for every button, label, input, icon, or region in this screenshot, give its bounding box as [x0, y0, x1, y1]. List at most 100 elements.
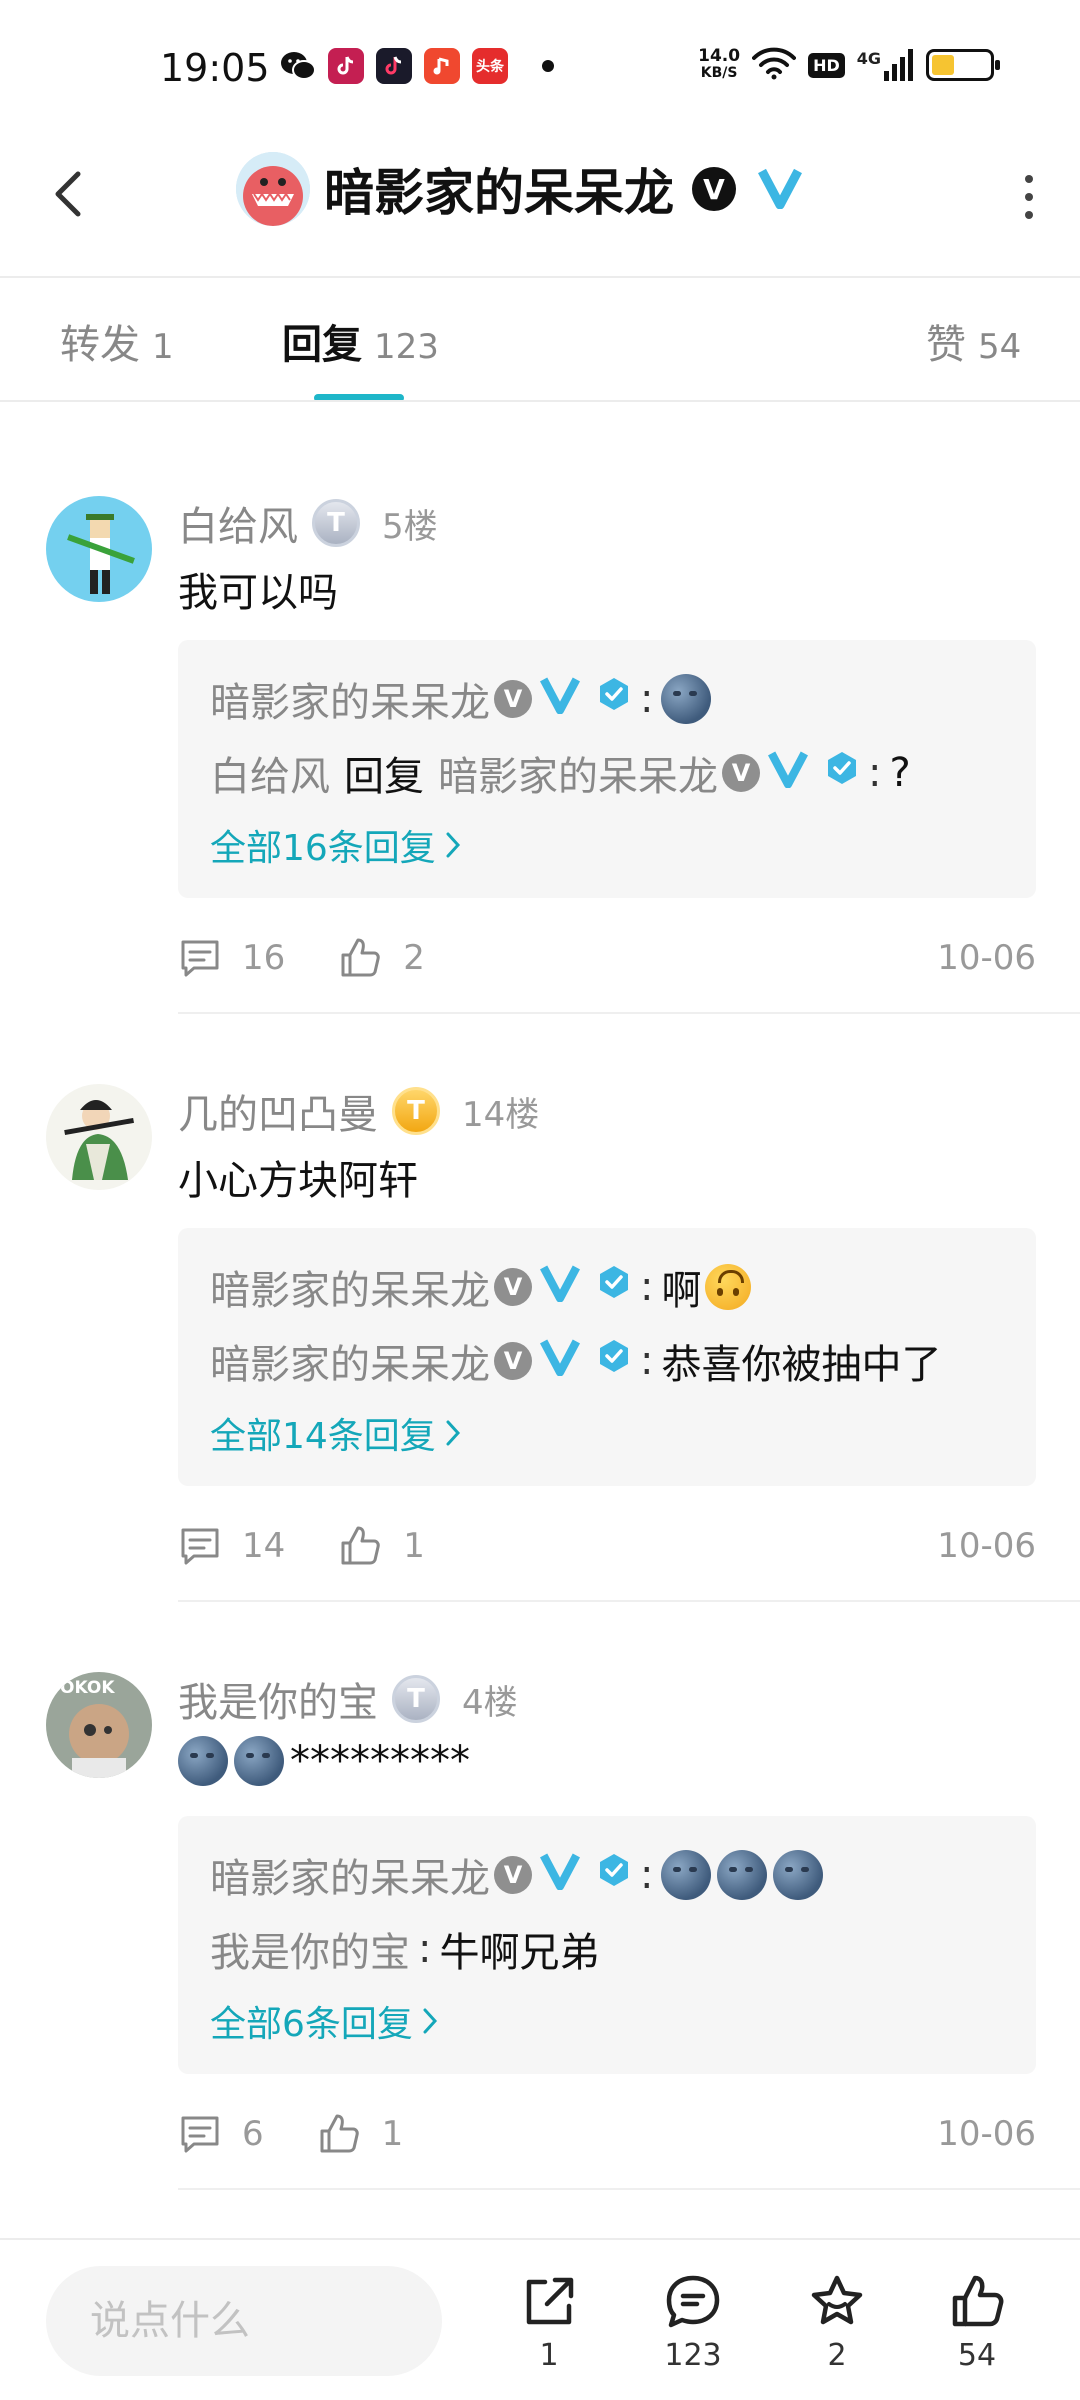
- comment-input[interactable]: [46, 2266, 442, 2376]
- reply-button[interactable]: 6: [178, 2112, 264, 2156]
- reply-button[interactable]: 14: [178, 1524, 285, 1568]
- reply-content: 牛啊兄弟: [439, 1930, 600, 1976]
- reply-author[interactable]: 白给风: [210, 744, 330, 802]
- more-dot: [1025, 175, 1033, 183]
- like-count: 1: [381, 2114, 404, 2154]
- floor-number: 14楼: [462, 1094, 540, 1135]
- network-speed-value: 14.0: [698, 46, 741, 66]
- view-all-replies-link[interactable]: 全部16条回复: [210, 810, 1004, 880]
- reply-author[interactable]: 暗影家的呆呆龙: [210, 1332, 490, 1390]
- verified-v-badge: V: [494, 1342, 532, 1380]
- chevron-left-icon: [55, 171, 81, 217]
- view-all-replies-link[interactable]: 全部14条回复: [210, 1398, 1004, 1468]
- view-all-replies-link[interactable]: 全部6条回复: [210, 1986, 1004, 2056]
- top-bar: 暗影家的呆呆龙 V: [0, 140, 1080, 250]
- view-all-replies-label: 全部16条回复: [210, 828, 436, 869]
- moon-face-emoji: [717, 1850, 768, 1900]
- toutiao-icon: 头条: [472, 48, 508, 84]
- chevron-right-icon: [446, 1420, 460, 1446]
- reply-content: ?: [889, 750, 911, 796]
- avatar-text: OKOK: [60, 1678, 115, 1698]
- like-count: 2: [403, 938, 425, 978]
- comment-date: 10-06: [937, 938, 1036, 978]
- verified-check-icon: [596, 1264, 632, 1310]
- header-author[interactable]: 暗影家的呆呆龙 V: [236, 152, 802, 226]
- reply-line: 暗影家的呆呆龙 V :: [210, 1838, 1004, 1912]
- comment-item: 白给风 T 5楼 我可以吗 暗影家的呆呆龙 V : 白给风 回复 暗影家的呆呆龙…: [0, 480, 1080, 1020]
- back-button[interactable]: [40, 158, 100, 228]
- reply-count: 14: [242, 1526, 286, 1566]
- favorite-button[interactable]: 2: [792, 2272, 882, 2373]
- like-button[interactable]: 2: [337, 935, 425, 981]
- reply-line: 暗影家的呆呆龙 V : 恭喜你被抽中了: [210, 1324, 1004, 1398]
- share-count: 1: [539, 2338, 559, 2373]
- comment-username[interactable]: 白给风: [178, 494, 298, 552]
- tab-reposts[interactable]: 转发 1: [60, 312, 174, 370]
- user-avatar[interactable]: [46, 496, 152, 602]
- comment-actions: 16 2 10-06: [178, 928, 1036, 988]
- cellular-signal-icon: 4G: [857, 49, 914, 81]
- tab-count: 123: [374, 327, 439, 367]
- status-time: 19:05: [160, 46, 270, 90]
- comment-header: 几的凹凸曼 T 14楼: [178, 1082, 539, 1140]
- reply-colon: :: [640, 1264, 654, 1310]
- user-avatar[interactable]: [46, 1084, 152, 1190]
- verified-v-badge: V: [722, 754, 760, 792]
- message-icon: [666, 2275, 720, 2328]
- comment-item: 几的凹凸曼 T 14楼 小心方块阿轩 暗影家的呆呆龙 V : 啊 暗影家的呆呆龙…: [0, 1068, 1080, 1608]
- status-right: 14.0 KB/S HD 4G: [698, 46, 1000, 84]
- share-button[interactable]: 1: [504, 2272, 594, 2373]
- music-icon: [424, 48, 460, 84]
- like-button[interactable]: 1: [316, 2111, 404, 2157]
- comment-text: 小心方块阿轩: [178, 1158, 418, 1204]
- comment-username[interactable]: 我是你的宝: [178, 1670, 378, 1728]
- level-badge: T: [392, 1087, 440, 1135]
- reply-preview-box[interactable]: 暗影家的呆呆龙 V : 我是你的宝 : 牛啊兄弟 全部6条回复: [178, 1816, 1036, 2074]
- reply-content: 恭喜你被抽中了: [661, 1342, 942, 1388]
- comment-divider: [178, 1600, 1080, 1602]
- author-avatar[interactable]: [236, 152, 310, 226]
- reply-word: 回复: [344, 754, 424, 800]
- user-avatar[interactable]: OKOK: [46, 1672, 152, 1778]
- comment-button[interactable]: 123: [648, 2272, 738, 2373]
- moon-face-emoji: [234, 1736, 284, 1786]
- reply-preview-box[interactable]: 暗影家的呆呆龙 V : 啊 暗影家的呆呆龙 V : 恭喜你被抽中了 全部14条回…: [178, 1228, 1036, 1486]
- reply-target[interactable]: 暗影家的呆呆龙: [438, 744, 718, 802]
- level-badge: T: [392, 1675, 440, 1723]
- reply-preview-box[interactable]: 暗影家的呆呆龙 V : 白给风 回复 暗影家的呆呆龙 V : ? 全部16条回复: [178, 640, 1036, 898]
- comment-item: OKOK 我是你的宝 T 4楼 ********* 暗影家的呆呆龙 V : 我是…: [0, 1656, 1080, 2196]
- reply-author[interactable]: 暗影家的呆呆龙: [210, 1258, 490, 1316]
- comment-divider: [178, 2188, 1080, 2190]
- reply-colon: :: [640, 1852, 654, 1898]
- more-options-button[interactable]: [1004, 162, 1054, 232]
- reply-colon: :: [418, 1926, 432, 1972]
- chevron-right-icon: [446, 832, 460, 858]
- comment-date: 10-06: [937, 2114, 1036, 2154]
- thumbs-up-icon: [320, 2114, 359, 2153]
- battery-icon: [926, 49, 1000, 81]
- reply-author[interactable]: 暗影家的呆呆龙: [210, 1846, 490, 1904]
- verified-v-badge: V: [692, 167, 736, 211]
- comment-icon: [181, 2116, 219, 2153]
- tab-replies[interactable]: 回复 123: [282, 312, 439, 370]
- like-post-button[interactable]: 54: [932, 2272, 1022, 2373]
- verified-check-icon: [596, 1852, 632, 1898]
- comment-icon: [181, 1528, 219, 1565]
- moon-face-emoji: [178, 1736, 228, 1786]
- tab-likes[interactable]: 赞 54: [926, 312, 1021, 370]
- comment-header: 白给风 T 5楼: [178, 494, 438, 552]
- verified-check-icon: [596, 1338, 632, 1384]
- reply-colon: :: [640, 676, 654, 722]
- reply-author[interactable]: 我是你的宝: [210, 1920, 410, 1978]
- like-count: 1: [403, 1526, 425, 1566]
- reply-line: 暗影家的呆呆龙 V : 啊: [210, 1250, 1004, 1324]
- comment-divider: [178, 1012, 1080, 1014]
- moon-face-emoji: [773, 1850, 824, 1900]
- verified-v-icon: [540, 674, 580, 724]
- header-title: 暗影家的呆呆龙: [324, 164, 674, 222]
- reply-author[interactable]: 暗影家的呆呆龙: [210, 670, 490, 728]
- like-button[interactable]: 1: [337, 1523, 425, 1569]
- reply-content: 啊: [661, 1268, 702, 1314]
- comment-username[interactable]: 几的凹凸曼: [178, 1082, 378, 1140]
- reply-button[interactable]: 16: [178, 936, 285, 980]
